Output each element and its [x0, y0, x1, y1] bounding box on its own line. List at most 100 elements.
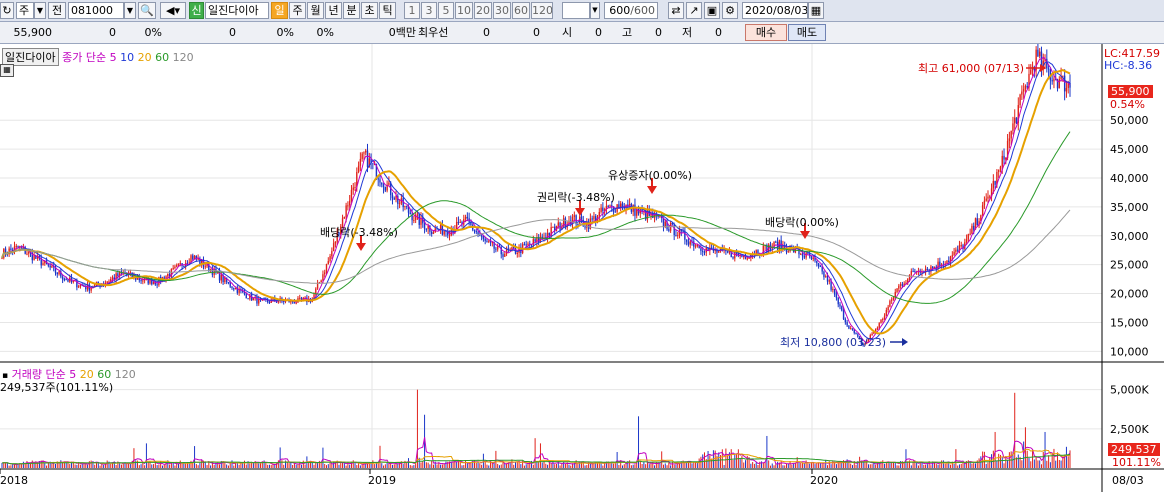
tab-timeframe-6[interactable]: 틱	[379, 2, 396, 19]
zoom-icon[interactable]: ⇄	[668, 2, 684, 19]
stock-code-input[interactable]: 081000	[68, 2, 124, 19]
interval-button-1[interactable]: 1	[404, 2, 420, 19]
candle-body	[969, 233, 971, 235]
high-annotation: 최고 61,000 (07/13)	[918, 62, 1025, 75]
candle-body	[1065, 88, 1068, 92]
grid-icon[interactable]: ▦	[0, 64, 14, 77]
interval-button-30[interactable]: 30	[493, 2, 511, 19]
chevron-down-icon[interactable]: ▼	[590, 2, 600, 19]
candle-body	[475, 231, 477, 233]
candle-body	[817, 263, 820, 267]
candle-body	[26, 253, 28, 255]
event-dividend-2: 배당락(0.00%)	[765, 216, 839, 229]
candle-body	[1024, 85, 1027, 90]
candle-body	[361, 153, 363, 159]
candle-body	[908, 274, 911, 280]
candle-body	[58, 271, 60, 275]
compare-icon[interactable]: ↗	[686, 2, 702, 19]
prev-button[interactable]: 전	[48, 2, 66, 19]
candle-body	[425, 228, 428, 230]
chevron-down-icon[interactable]: ▼	[34, 2, 46, 19]
candle-body	[534, 239, 536, 242]
candle-body	[825, 276, 827, 278]
event-rights: 권리락(-3.48%)	[537, 191, 615, 204]
candle-body	[732, 257, 734, 259]
candle-body	[634, 204, 636, 216]
candle-body	[889, 300, 891, 307]
tab-timeframe-5[interactable]: 초	[361, 2, 378, 19]
tab-timeframe-0[interactable]: 일	[271, 2, 288, 19]
candle-body	[1062, 75, 1064, 77]
candle-body	[384, 187, 387, 191]
candle-body	[316, 283, 319, 289]
interval-button-20[interactable]: 20	[474, 2, 492, 19]
search-icon[interactable]: 🔍	[138, 2, 156, 19]
candle-body	[933, 266, 936, 269]
tab-timeframe-2[interactable]: 월	[307, 2, 324, 19]
candle-body	[801, 253, 804, 257]
tab-timeframe-4[interactable]: 분	[343, 2, 360, 19]
interval-button-120[interactable]: 120	[531, 2, 553, 19]
new-badge[interactable]: 신	[189, 2, 204, 19]
vol-ma120: 120	[114, 368, 136, 381]
best-label: 최우선	[418, 26, 449, 39]
candle-body	[559, 222, 561, 230]
chevron-down-icon[interactable]: ▼	[124, 2, 136, 19]
tab-timeframe-1[interactable]: 주	[289, 2, 306, 19]
candle-body	[348, 200, 351, 206]
candle-body	[496, 246, 499, 250]
candle-body	[726, 251, 729, 253]
volume-pct: 0%	[276, 26, 294, 39]
gear-icon[interactable]: ⚙	[722, 2, 738, 19]
candle-body	[593, 216, 595, 220]
date-input[interactable]: 2020/08/03	[742, 2, 808, 19]
candle-body	[989, 196, 991, 198]
price-axis-label: 25,000	[1110, 259, 1149, 272]
candle-body	[677, 235, 679, 237]
price-axis-label: 35,000	[1110, 201, 1149, 214]
candle-body	[325, 264, 328, 273]
high-value: 0	[655, 26, 662, 39]
interval-button-10[interactable]: 10	[455, 2, 473, 19]
toolbar: ↻ 주 ▼ 전 081000 ▼ 🔍 ◀▾ 신 일진다이아 일주월년분초틱 13…	[0, 0, 1164, 22]
stock-chart[interactable]: 10,000 15,000 20,000 25,000 30,000 35,000 40,0…	[0, 44, 1164, 492]
speaker-icon[interactable]: ◀▾	[160, 2, 186, 19]
candle-body	[404, 205, 406, 208]
count-field[interactable]: 600/600	[604, 2, 658, 19]
candle-body	[231, 286, 233, 289]
candle-body	[516, 252, 518, 254]
candle-body	[951, 255, 954, 257]
candle-body	[418, 214, 420, 225]
period-select[interactable]: 주	[16, 2, 34, 19]
candle-body	[835, 294, 838, 298]
candle-body	[896, 288, 898, 293]
candle-body	[459, 221, 461, 223]
candle-body	[832, 289, 834, 291]
legend-ma5: 5	[109, 51, 117, 64]
candle-body	[976, 218, 978, 226]
save-icon[interactable]: ▣	[704, 2, 720, 19]
candle-body	[15, 245, 17, 247]
interval-button-60[interactable]: 60	[512, 2, 530, 19]
interval-input[interactable]	[562, 2, 590, 19]
tab-timeframe-3[interactable]: 년	[325, 2, 342, 19]
candle-body	[668, 229, 670, 231]
buy-button[interactable]: 매수	[745, 24, 787, 41]
candle-body	[33, 255, 35, 261]
candle-body	[85, 286, 87, 290]
candle-body	[334, 241, 337, 244]
calendar-icon[interactable]: ▦	[808, 2, 824, 19]
volume-pct-tag: 101.11%	[1112, 456, 1161, 469]
interval-button-3[interactable]: 3	[421, 2, 437, 19]
refresh-icon[interactable]: ↻	[0, 2, 14, 19]
candle-body	[1003, 155, 1005, 160]
high-label: 고	[622, 26, 633, 39]
candle-body	[268, 302, 271, 304]
sell-button[interactable]: 매도	[788, 24, 826, 41]
candle-body	[17, 245, 19, 248]
stock-name-field: 일진다이아	[205, 2, 269, 19]
interval-button-5[interactable]: 5	[438, 2, 454, 19]
candle-body	[416, 214, 419, 216]
candle-body	[992, 180, 995, 189]
candle-body	[999, 166, 1002, 170]
